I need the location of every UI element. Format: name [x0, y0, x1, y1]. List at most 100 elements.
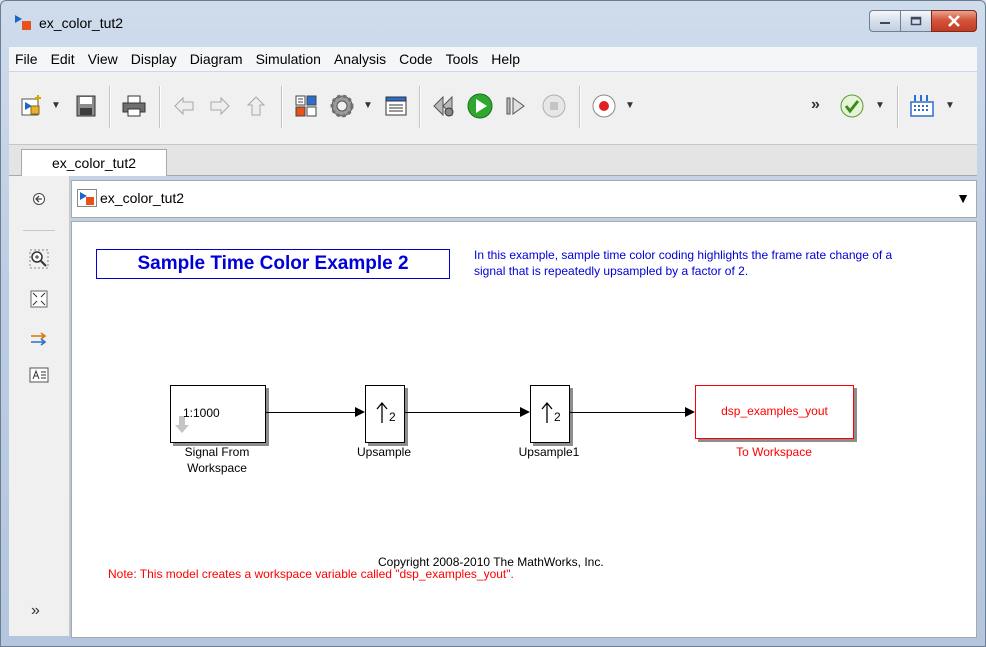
new-model-button[interactable] [17, 91, 47, 121]
run-icon [467, 93, 493, 119]
menu-tools[interactable]: Tools [440, 51, 486, 67]
check-model-button[interactable] [837, 91, 867, 121]
step-back-icon [433, 95, 454, 117]
simulink-model-icon [77, 189, 97, 207]
menu-simulation[interactable]: Simulation [250, 51, 328, 67]
up-arrow-icon [376, 402, 388, 423]
signal-arrowhead [355, 407, 365, 417]
expand-palette-button[interactable]: » [31, 602, 40, 620]
back-button[interactable] [169, 91, 199, 121]
annotation-button[interactable] [28, 364, 50, 386]
upsample1-block[interactable]: 2 [530, 385, 570, 443]
up-button[interactable] [241, 91, 271, 121]
fit-to-view-button[interactable] [28, 288, 50, 310]
model-settings-button[interactable] [327, 91, 357, 121]
stop-icon [542, 94, 566, 118]
model-explorer-button[interactable] [381, 91, 411, 121]
menu-help[interactable]: Help [485, 51, 527, 67]
check-dropdown-arrow[interactable]: ▼ [875, 100, 885, 111]
tab-ex-color-tut2[interactable]: ex_color_tut2 [21, 149, 167, 176]
title-bar[interactable]: ex_color_tut2 [1, 1, 985, 45]
minimize-button[interactable] [869, 10, 900, 32]
step-back-button[interactable] [429, 91, 459, 121]
upsample1-label: Upsample1 [518, 445, 580, 459]
signal-from-workspace-label: Signal From Workspace [184, 445, 250, 475]
upsample-block[interactable]: 2 [365, 385, 405, 443]
up-arrow-icon [541, 402, 553, 423]
forward-arrow-icon [210, 96, 230, 116]
up-arrow-icon [246, 96, 266, 116]
run-button[interactable] [465, 91, 495, 121]
signal-arrowhead [520, 407, 530, 417]
close-icon [948, 15, 960, 27]
simulink-model-icon [15, 15, 31, 30]
menu-display[interactable]: Display [125, 51, 184, 67]
menu-view[interactable]: View [82, 51, 125, 67]
step-forward-button[interactable] [501, 91, 531, 121]
to-workspace-block[interactable]: dsp_examples_yout [695, 385, 854, 439]
left-palette: » [9, 176, 70, 636]
zoom-button[interactable] [28, 248, 50, 270]
stop-button[interactable] [539, 91, 569, 121]
signal-arrowhead [685, 407, 695, 417]
signal-line[interactable] [265, 412, 355, 413]
model-canvas[interactable]: Sample Time Color Example 2 In this exam… [71, 221, 977, 638]
library-browser-icon [295, 95, 317, 117]
model-explorer-icon [385, 96, 407, 116]
record-button[interactable] [589, 91, 619, 121]
window-title: ex_color_tut2 [39, 15, 124, 31]
upsample-label: Upsample [356, 445, 412, 459]
close-button[interactable] [931, 10, 977, 32]
legend-dropdown-arrow[interactable]: ▼ [945, 100, 955, 111]
minimize-icon [880, 22, 890, 24]
menu-bar: File Edit View Display Diagram Simulatio… [9, 47, 977, 71]
note-annotation[interactable]: Note: This model creates a workspace var… [108, 567, 514, 581]
model-browser-address-bar[interactable]: ex_color_tut2 ▼ [71, 180, 977, 218]
toolbar-overflow-button[interactable]: » [811, 96, 820, 114]
annotation-icon [29, 367, 49, 383]
fit-to-view-icon [30, 290, 48, 308]
explorer-bar-icon [33, 193, 45, 205]
signal-routing-button[interactable] [28, 328, 50, 350]
back-arrow-icon [174, 96, 194, 116]
hide-browser-button[interactable] [28, 188, 50, 210]
library-browser-button[interactable] [291, 91, 321, 121]
menu-diagram[interactable]: Diagram [184, 51, 250, 67]
signal-from-workspace-block[interactable]: 1:1000 [170, 385, 266, 443]
gear-icon [330, 94, 354, 118]
print-icon [122, 95, 146, 117]
print-button[interactable] [119, 91, 149, 121]
main-window: ex_color_tut2 File Edit View Display Dia… [0, 0, 986, 647]
forward-button[interactable] [205, 91, 235, 121]
menu-code[interactable]: Code [393, 51, 439, 67]
step-forward-icon [506, 97, 525, 115]
sample-time-legend-button[interactable] [907, 91, 937, 121]
model-title-annotation[interactable]: Sample Time Color Example 2 [96, 249, 450, 279]
check-icon [840, 94, 864, 118]
signal-arrows-icon [31, 332, 47, 346]
tab-strip: ex_color_tut2 [9, 145, 977, 176]
menu-analysis[interactable]: Analysis [328, 51, 393, 67]
record-icon [592, 94, 616, 118]
save-icon [76, 95, 96, 117]
address-path: ex_color_tut2 [100, 190, 185, 206]
menu-file[interactable]: File [9, 51, 45, 67]
signal-line[interactable] [404, 412, 520, 413]
toolbar: ▼ ▼ ▼ » ▼ ▼ [9, 72, 977, 145]
signal-line[interactable] [569, 412, 685, 413]
record-dropdown-arrow[interactable]: ▼ [625, 100, 635, 111]
model-description-annotation[interactable]: In this example, sample time color codin… [474, 247, 914, 279]
zoom-in-icon [29, 249, 49, 269]
sample-time-legend-icon [910, 95, 934, 117]
menu-edit[interactable]: Edit [45, 51, 82, 67]
address-dropdown-arrow[interactable]: ▼ [956, 190, 970, 206]
upsample-factor: 2 [389, 410, 396, 424]
save-button[interactable] [71, 91, 101, 121]
upsample1-factor: 2 [554, 410, 561, 424]
maximize-button[interactable] [900, 10, 931, 32]
new-dropdown-arrow[interactable]: ▼ [51, 100, 61, 111]
block-value-text: 1:1000 [183, 406, 220, 420]
workspace-variable-name: dsp_examples_yout [721, 404, 828, 418]
settings-dropdown-arrow[interactable]: ▼ [363, 100, 373, 111]
new-model-icon [21, 95, 41, 116]
